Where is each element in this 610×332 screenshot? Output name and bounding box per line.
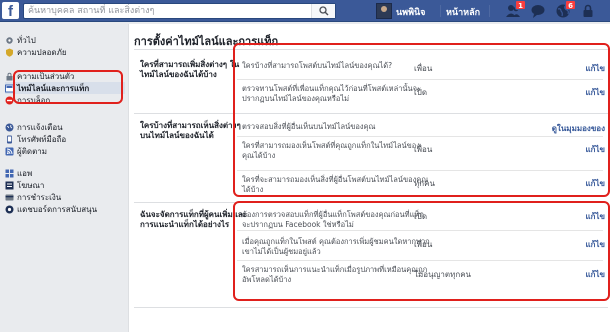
divider: [237, 79, 603, 80]
divider: [489, 5, 490, 17]
sidebar-item-apps[interactable]: แอพ: [5, 167, 125, 179]
sidebar-item-label: แดชบอร์ดการสนับสนุน: [17, 204, 98, 214]
friend-requests-button[interactable]: 1: [505, 0, 526, 19]
setting-question: ใครบ้างที่สามารถโพสต์บนไทม์ไลน์ของคุณได้…: [242, 61, 393, 70]
apps-icon: [5, 169, 14, 177]
sidebar-item-label: โทรศัพท์มือถือ: [17, 134, 67, 144]
divider: [440, 5, 441, 17]
sidebar-item-payments[interactable]: การชำระเงิน: [5, 191, 125, 203]
divider: [134, 49, 608, 50]
divider: [237, 136, 603, 137]
setting-question: ใครที่จะสามารถมองเห็นสิ่งที่ผู้อื่นโพสต์…: [242, 175, 429, 194]
messages-icon: [531, 5, 545, 18]
section-label: ใครที่สามารถเพิ่มสิ่งต่างๆ ในไทม์ไลน์ของ…: [140, 60, 240, 79]
edit-link[interactable]: แก้ไข: [586, 177, 606, 190]
setting-question: ใครที่สามารถมองเห็นโพสต์ที่คุณถูกแท็กในไ…: [242, 141, 420, 160]
sidebar-item-general[interactable]: ทั่วไป: [5, 34, 125, 46]
edit-link[interactable]: แก้ไข: [586, 268, 606, 281]
search-button[interactable]: [311, 4, 335, 18]
sidebar-item-ads[interactable]: โฆษณา: [5, 179, 125, 191]
sidebar-item-label: แอพ: [17, 168, 33, 178]
section-label: ฉันจะจัดการแท็กที่ผู้คนเพิ่มและการแนะนำแ…: [140, 210, 248, 229]
section-label: ใครบ้างที่สามารถเห็นสิ่งต่างๆ บนไทม์ไลน์…: [140, 121, 241, 140]
section-divider: [134, 113, 608, 114]
sidebar-item-security[interactable]: ความปลอดภัย: [5, 46, 125, 58]
sidebar-item-label: ทั่วไป: [17, 35, 36, 45]
sidebar-item-label: การบล็อก: [17, 95, 51, 105]
privacy-shortcuts-button[interactable]: [580, 3, 596, 19]
setting-value: ทุกคน: [414, 179, 435, 188]
sidebar-item-label: ความเป็นส่วนตัว: [17, 71, 75, 81]
sidebar-item-support-dashboard[interactable]: แดชบอร์ดการสนับสนุน: [5, 203, 125, 215]
search-icon: [319, 6, 329, 16]
edit-link[interactable]: แก้ไข: [586, 62, 606, 75]
ads-icon: [5, 181, 14, 189]
divider: [237, 260, 603, 261]
setting-value: ไม่อนุญาตทุกคน: [414, 270, 472, 279]
sidebar-item-privacy[interactable]: ความเป็นส่วนตัว: [5, 70, 125, 82]
divider: [237, 230, 603, 231]
notifications-badge: 6: [565, 0, 576, 10]
lock-icon: [6, 72, 13, 80]
shield-icon: [6, 48, 13, 57]
notifications-button[interactable]: 6: [555, 0, 576, 19]
divider: [237, 170, 603, 171]
timeline-icon: [5, 84, 14, 92]
setting-value: เปิด: [414, 88, 428, 97]
edit-link[interactable]: แก้ไข: [586, 210, 606, 223]
page-title: การตั้งค่าไทม์ไลน์และการแท็ก: [134, 35, 279, 48]
friend-requests-badge: 1: [515, 0, 526, 10]
edit-link[interactable]: แก้ไข: [586, 86, 606, 99]
profile-link[interactable]: นพพินิจ: [396, 5, 425, 19]
sidebar-item-timeline-and-tagging[interactable]: ไทม์ไลน์และการแท็ก: [5, 82, 125, 94]
section-divider: [134, 307, 608, 308]
sidebar-item-blocking[interactable]: การบล็อก: [5, 94, 125, 106]
edit-link[interactable]: แก้ไข: [586, 143, 606, 156]
sidebar-item-label: การชำระเงิน: [17, 192, 62, 202]
setting-question: เมื่อคุณถูกแท็กในโพสต์ คุณต้องการเพิ่มผู…: [242, 237, 430, 256]
globe-icon: [5, 123, 14, 131]
sidebar-item-label: ความปลอดภัย: [17, 47, 67, 57]
support-icon: [5, 205, 14, 213]
home-link[interactable]: หน้าหลัก: [446, 5, 480, 19]
sidebar-item-label: โฆษณา: [17, 180, 45, 190]
setting-question: ตรวจทานโพสต์ที่เพื่อนแท็กคุณไว้ก่อนที่โพ…: [242, 84, 422, 103]
sidebar-item-notifications[interactable]: การแจ้งเตือน: [5, 121, 125, 133]
profile-avatar[interactable]: [376, 3, 392, 19]
sidebar-item-followers[interactable]: ผู้ติดตาม: [5, 145, 125, 157]
setting-question: ตรวจสอบสิ่งที่ผู้อื่นเห็นบนไทม์ไลน์ของคุ…: [242, 122, 376, 131]
card-icon: [5, 194, 14, 200]
settings-panel: การตั้งค่าไทม์ไลน์และการแท็ก ใครที่สามาร…: [128, 24, 610, 332]
phone-icon: [7, 135, 12, 143]
gear-icon: [6, 36, 13, 44]
setting-value: เพื่อน: [414, 240, 433, 249]
search-input[interactable]: [24, 4, 310, 18]
sidebar-item-mobile[interactable]: โทรศัพท์มือถือ: [5, 133, 125, 145]
setting-value: เพื่อน: [414, 145, 433, 154]
top-navigation-bar: f นพพินิจ หน้าหลัก 1 6: [0, 0, 610, 22]
search-box: [23, 3, 336, 19]
setting-question: ใครสามารถเห็นการแนะนำแท็กเมื่อรูปภาพที่เ…: [242, 265, 428, 284]
section-divider: [134, 202, 608, 203]
sidebar-item-label: การแจ้งเตือน: [17, 122, 63, 132]
setting-question: ต้องการตรวจสอบแท็กที่ผู้อื่นแท็กโพสต์ของ…: [242, 210, 424, 229]
rss-icon: [5, 147, 14, 155]
setting-value: เปิด: [414, 212, 428, 221]
edit-link[interactable]: แก้ไข: [586, 238, 606, 251]
lock-icon: [583, 4, 593, 17]
facebook-logo[interactable]: f: [2, 2, 19, 19]
sidebar-item-label: ผู้ติดตาม: [17, 146, 48, 156]
messages-button[interactable]: [530, 3, 546, 19]
view-as-link[interactable]: ดูในมุมมองของ: [552, 122, 605, 135]
block-icon: [5, 96, 14, 104]
sidebar-item-label: ไทม์ไลน์และการแท็ก: [17, 83, 90, 93]
setting-value: เพื่อน: [414, 64, 433, 73]
